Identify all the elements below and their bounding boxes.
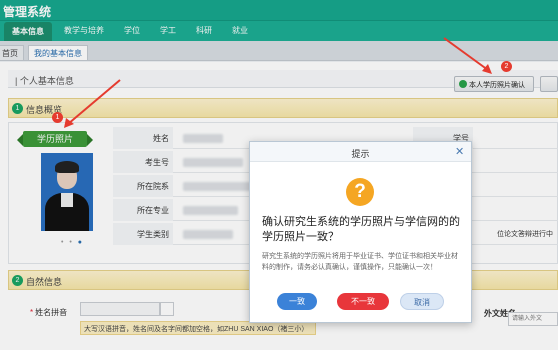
confirm-dialog: 提示 ✕ ? 确认研究生系统的学历照片与学信网的的学历照片一致？ 研究生系统的学… [249, 141, 472, 323]
close-icon[interactable]: ✕ [455, 145, 464, 158]
inconsistent-button[interactable]: 不一致 [337, 293, 389, 310]
dialog-title: 提示 [351, 149, 370, 159]
dialog-description: 研究生系统的学历照片将用于毕业证书、学位证书和相关毕业材料的制作，请务必认真确认… [262, 253, 458, 271]
dialog-header: 提示 ✕ [250, 142, 471, 162]
dialog-question: 确认研究生系统的学历照片与学信网的的学历照片一致？ [262, 216, 460, 243]
cancel-button[interactable]: 取消 [400, 293, 444, 310]
consistent-button[interactable]: 一致 [277, 293, 317, 310]
annotation-badge-one: 1 [52, 112, 63, 123]
question-icon: ? [346, 178, 374, 206]
annotation-badge-two: 2 [501, 61, 512, 72]
